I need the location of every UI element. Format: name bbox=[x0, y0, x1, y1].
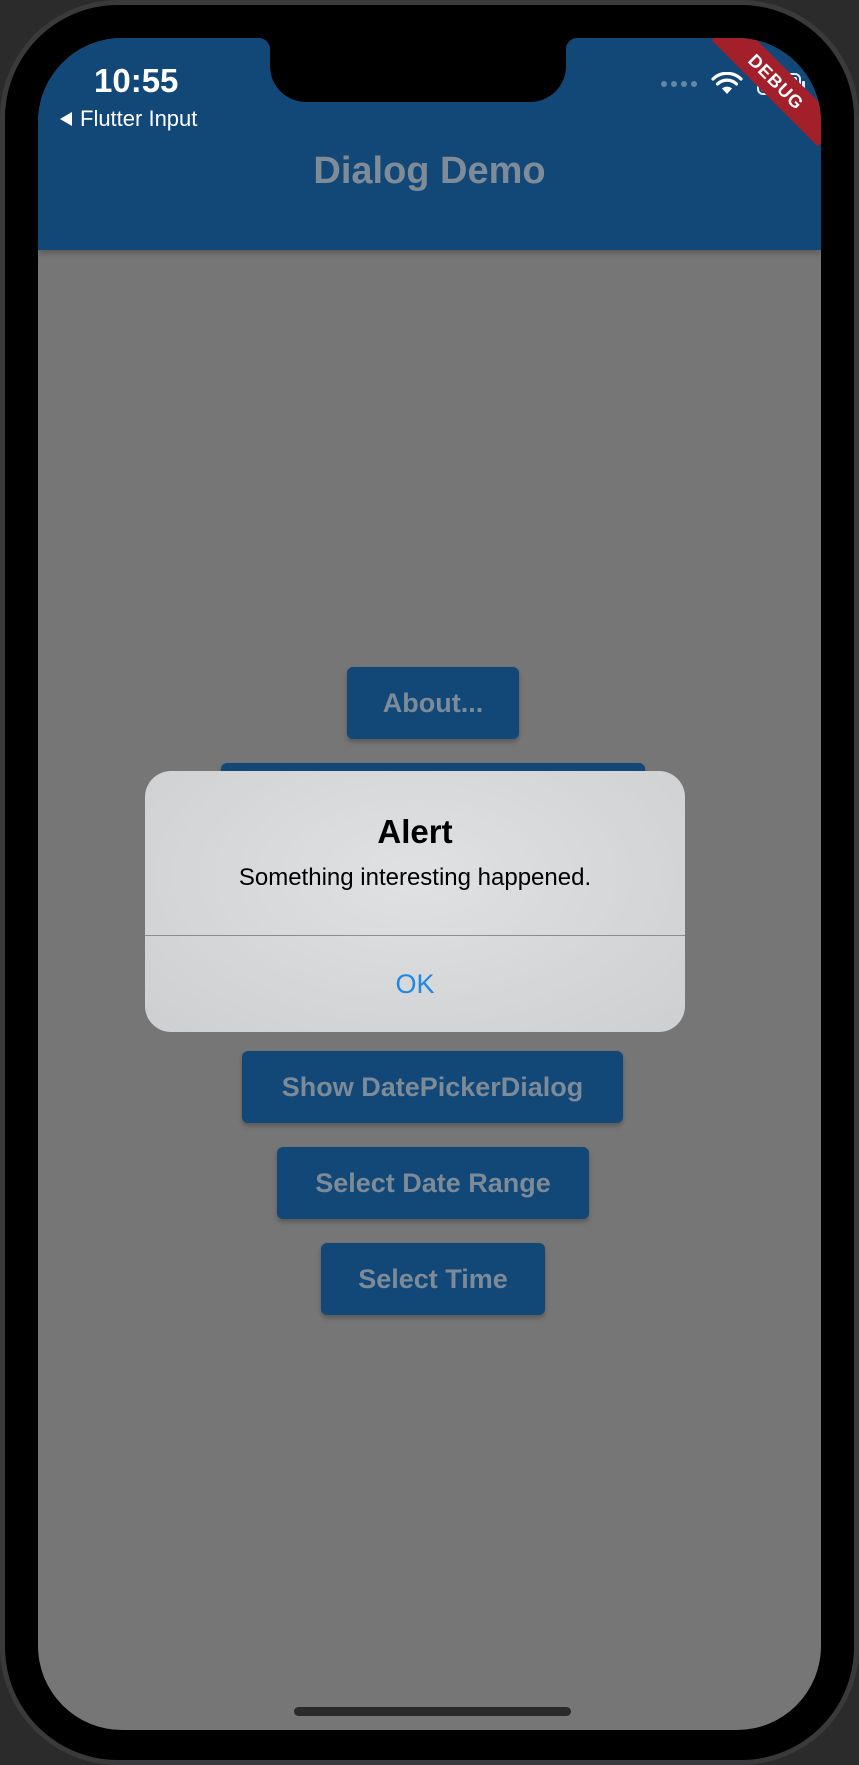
device-notch bbox=[258, 38, 578, 102]
status-time: 10:55 bbox=[94, 62, 179, 99]
dialog-message: Something interesting happened. bbox=[238, 864, 592, 891]
select-time-button[interactable]: Select Time bbox=[321, 1243, 545, 1315]
back-arrow-icon bbox=[60, 112, 72, 126]
app-bar-title: Dialog Demo bbox=[313, 150, 546, 192]
screen: 10:55 Flutter Input DEBUG Dialog Demo Ab… bbox=[38, 38, 821, 1730]
app-bar: 10:55 Flutter Input DEBUG Dialog Demo bbox=[38, 38, 821, 250]
back-link-label: Flutter Input bbox=[80, 106, 198, 131]
back-to-app-link[interactable]: Flutter Input bbox=[60, 106, 197, 132]
home-indicator[interactable] bbox=[294, 1707, 571, 1716]
select-date-range-button[interactable]: Select Date Range bbox=[277, 1147, 589, 1219]
wifi-icon bbox=[711, 72, 743, 94]
device-frame: 10:55 Flutter Input DEBUG Dialog Demo Ab… bbox=[0, 0, 859, 1765]
cellular-signal-icon bbox=[661, 81, 697, 87]
device-bezel: 10:55 Flutter Input DEBUG Dialog Demo Ab… bbox=[5, 5, 854, 1760]
alert-dialog: Alert Something interesting happened. OK bbox=[145, 771, 685, 1032]
ok-button[interactable]: OK bbox=[145, 936, 685, 1032]
dialog-title: Alert bbox=[377, 813, 453, 850]
show-datepicker-button[interactable]: Show DatePickerDialog bbox=[242, 1051, 623, 1123]
about-button[interactable]: About... bbox=[347, 667, 519, 739]
